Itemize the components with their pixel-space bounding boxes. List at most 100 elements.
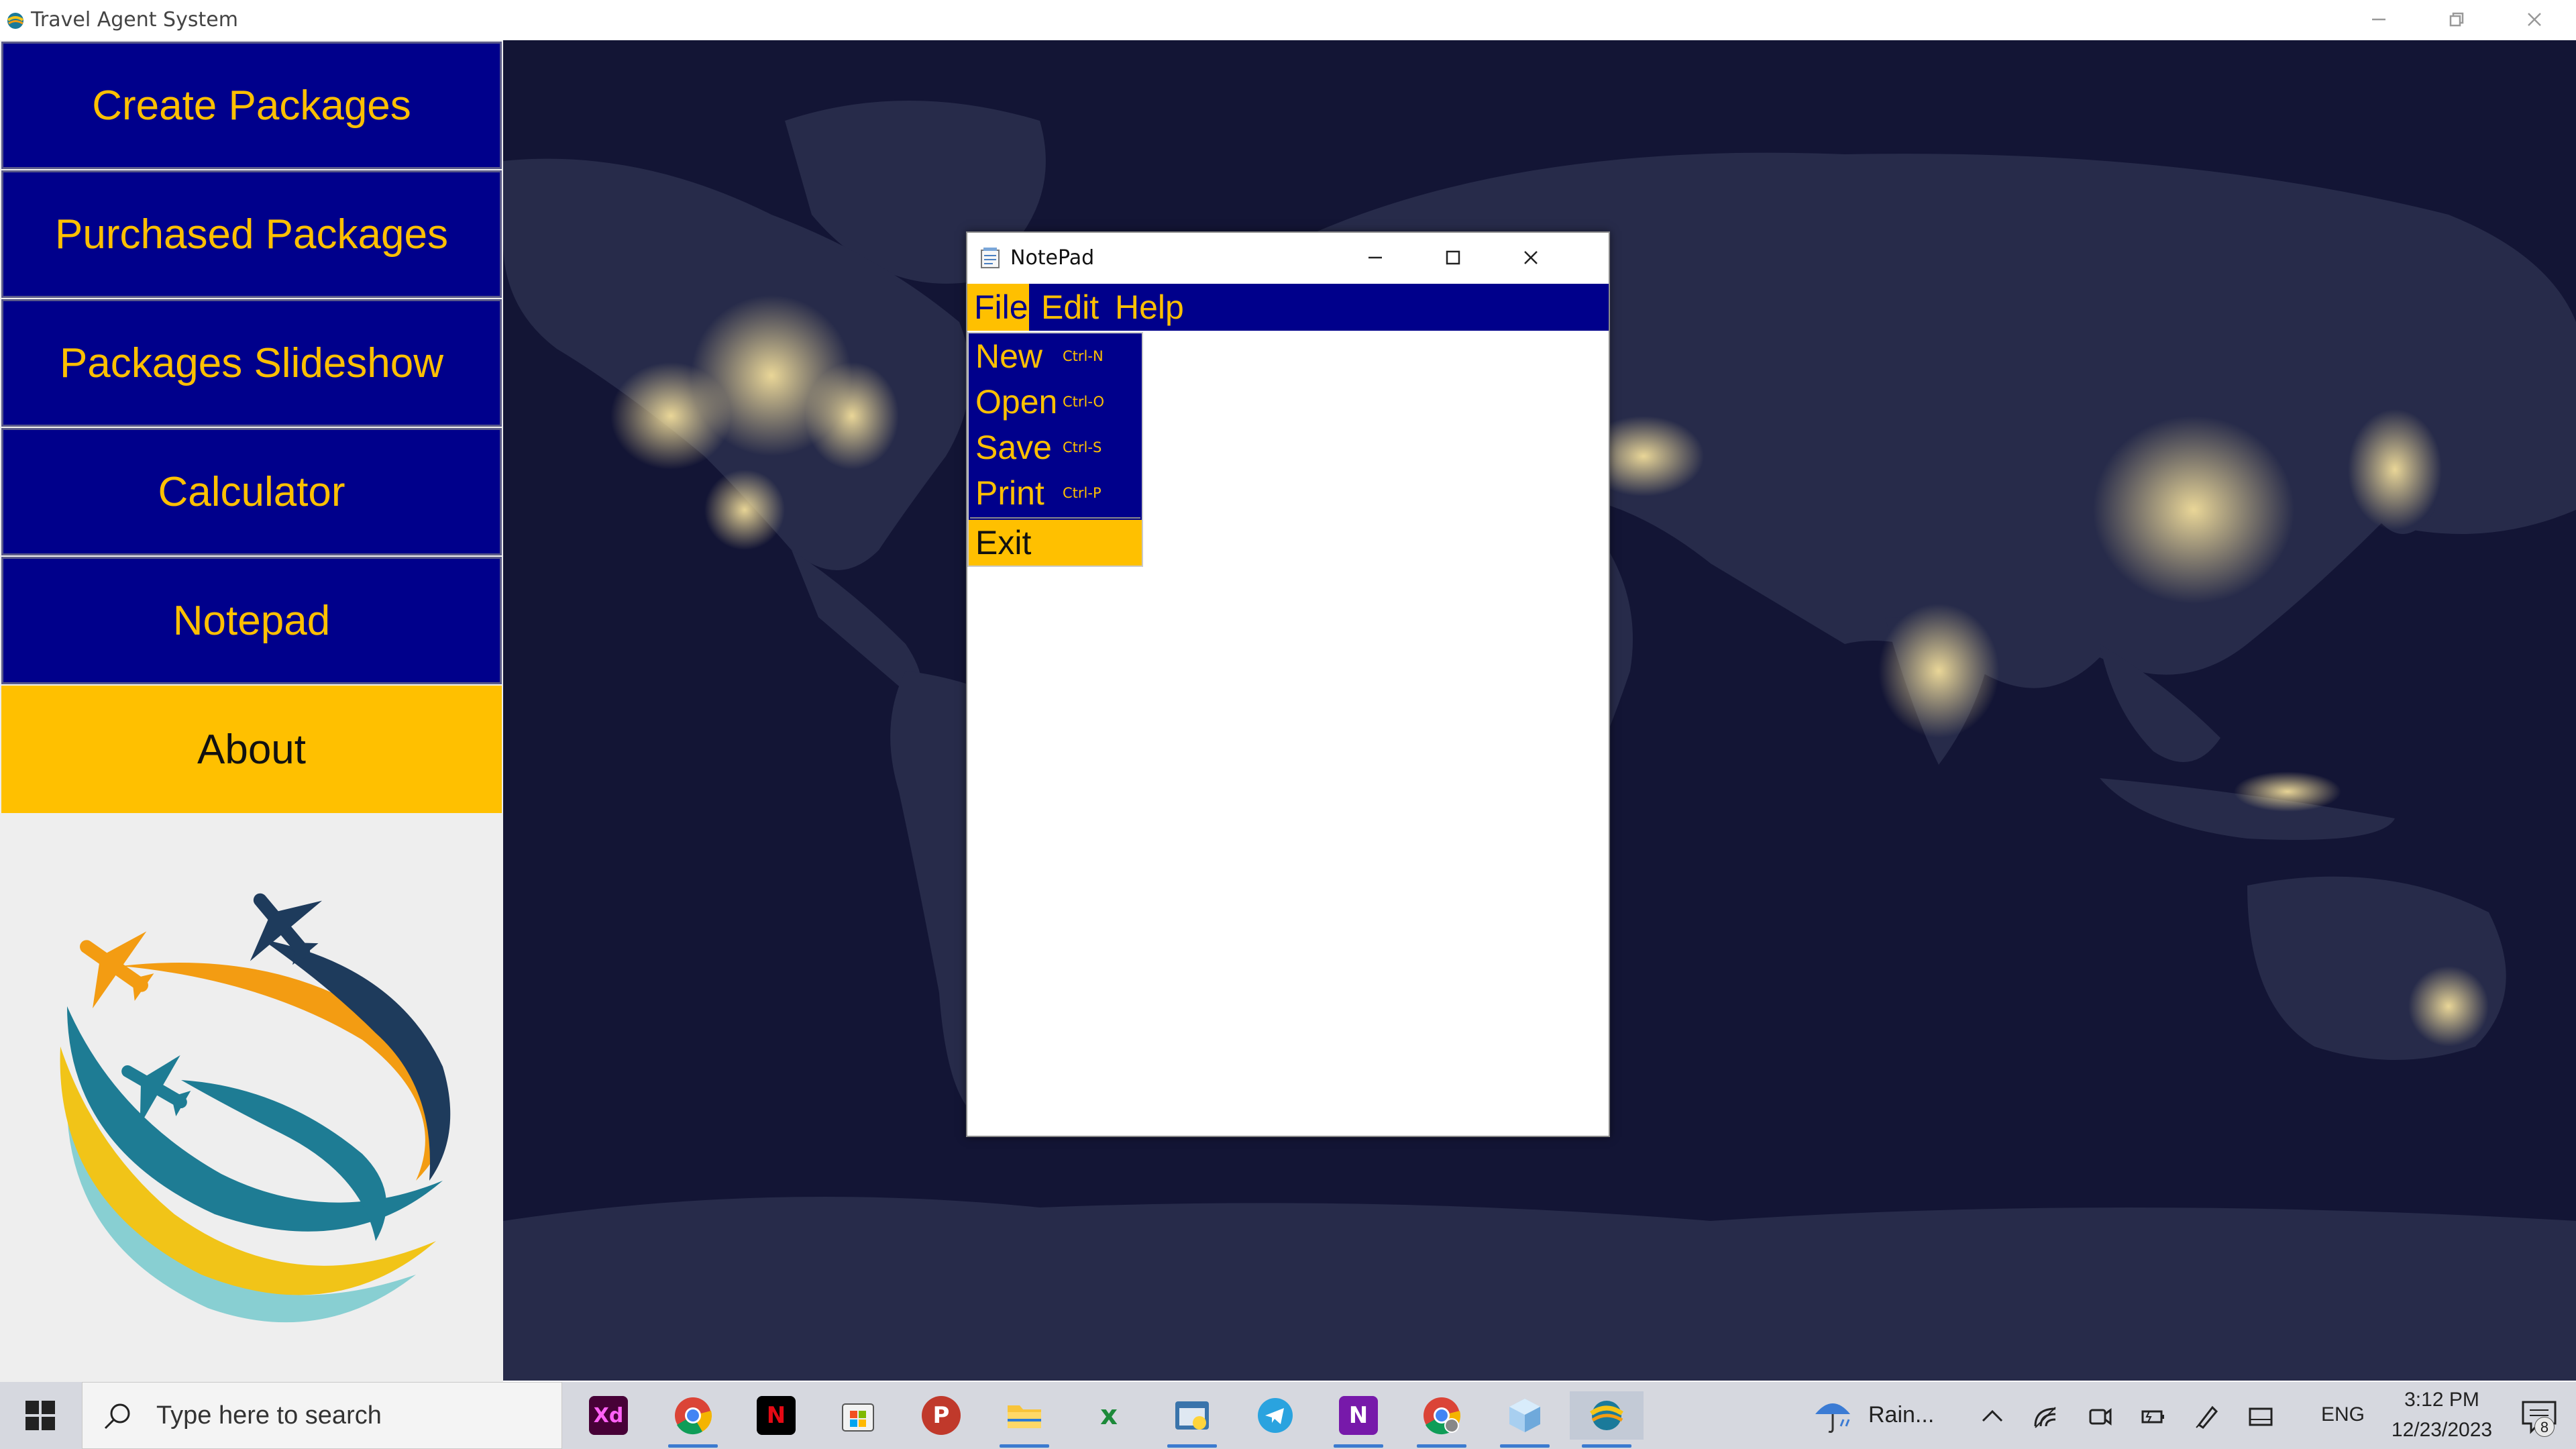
- close-icon: [2528, 13, 2541, 26]
- notification-count-badge: 8: [2534, 1417, 2555, 1437]
- menu-item-print[interactable]: Print Ctrl-P: [969, 470, 1142, 516]
- minimize-icon: [2372, 18, 2385, 21]
- minimize-icon: [1368, 256, 1382, 259]
- taskbar-app-travel-agent[interactable]: [1570, 1391, 1644, 1448]
- taskbar: Type here to search Xd N P x N Rain... E…: [0, 1382, 2576, 1449]
- telegram-icon: [1258, 1398, 1293, 1433]
- menu-label: Help: [1115, 288, 1184, 326]
- menu-file[interactable]: File: [967, 284, 1029, 331]
- sidebar-item-label: Create Packages: [92, 82, 411, 129]
- taskbar-search-box[interactable]: Type here to search: [82, 1382, 562, 1449]
- app-globe-icon: [7, 13, 24, 29]
- psiphon-icon: P: [922, 1396, 961, 1435]
- window-title: Travel Agent System: [31, 8, 238, 32]
- taskbar-app-chrome-profile[interactable]: [1405, 1391, 1479, 1448]
- sidebar-item-label: Calculator: [158, 468, 345, 515]
- sidebar-item-label: About: [197, 726, 307, 773]
- taskbar-app-chrome[interactable]: [656, 1391, 730, 1448]
- menu-item-label: Print: [975, 474, 1044, 512]
- menu-item-shortcut: Ctrl-N: [1063, 348, 1104, 364]
- cube-icon: [1509, 1399, 1540, 1432]
- weather-text[interactable]: Rain...: [1868, 1402, 1934, 1428]
- notepad-close-button[interactable]: [1492, 233, 1570, 282]
- menu-label: File: [974, 288, 1028, 326]
- menu-item-label: Save: [975, 429, 1052, 466]
- notepad-icon: [981, 248, 1000, 268]
- menu-item-new[interactable]: New Ctrl-N: [969, 333, 1142, 379]
- maximize-icon: [1446, 250, 1460, 265]
- rain-umbrella-icon[interactable]: [1811, 1397, 1854, 1434]
- menu-separator: [970, 517, 1140, 519]
- notepad-minimize-button[interactable]: [1336, 233, 1414, 282]
- sidebar-item-about[interactable]: About: [1, 686, 502, 813]
- notepad-menu-bar: File Edit Help: [967, 284, 1609, 331]
- taskbar-app-microsoft-store[interactable]: [821, 1391, 895, 1440]
- travel-agent-icon: [1590, 1401, 1623, 1430]
- menu-item-label: Exit: [975, 524, 1032, 561]
- sidebar-item-label: Notepad: [172, 597, 331, 644]
- chrome-icon: [675, 1397, 712, 1435]
- sidebar-item-create-packages[interactable]: Create Packages: [1, 42, 502, 169]
- netflix-icon: N: [757, 1396, 796, 1435]
- adobe-xd-icon: Xd: [589, 1396, 628, 1435]
- main-title-bar: Travel Agent System: [0, 0, 2576, 39]
- sidebar-item-label: Packages Slideshow: [59, 339, 444, 386]
- menu-item-shortcut: Ctrl-S: [1063, 439, 1102, 455]
- chrome-profile-icon: [1424, 1397, 1461, 1435]
- menu-item-shortcut: Ctrl-P: [1063, 485, 1102, 501]
- taskbar-app-netflix[interactable]: N: [739, 1391, 813, 1440]
- onenote-icon: N: [1339, 1396, 1378, 1435]
- pen-icon[interactable]: [2194, 1403, 2220, 1430]
- close-button[interactable]: [2496, 0, 2573, 39]
- minimize-button[interactable]: [2340, 0, 2418, 39]
- sidebar-item-notepad[interactable]: Notepad: [1, 557, 502, 684]
- sidebar-item-calculator[interactable]: Calculator: [1, 428, 502, 555]
- taskbar-app-virtual-box[interactable]: [1488, 1391, 1562, 1448]
- menu-help[interactable]: Help: [1108, 284, 1191, 331]
- notepad-title-bar[interactable]: NotePad: [967, 233, 1609, 282]
- notepad-maximize-button[interactable]: [1414, 233, 1492, 282]
- menu-item-shortcut: Ctrl-O: [1063, 394, 1105, 410]
- taskbar-app-adobe-xd[interactable]: Xd: [572, 1391, 645, 1440]
- taskbar-app-x[interactable]: x: [1072, 1391, 1146, 1440]
- clock-date[interactable]: 12/23/2023: [2381, 1419, 2502, 1442]
- travel-logo: [60, 893, 451, 1323]
- chevron-up-icon[interactable]: [1979, 1403, 2006, 1430]
- notepad-title: NotePad: [1010, 246, 1095, 270]
- search-placeholder: Type here to search: [156, 1401, 382, 1430]
- sidebar-item-packages-slideshow[interactable]: Packages Slideshow: [1, 299, 502, 427]
- battery-icon[interactable]: [2140, 1403, 2167, 1430]
- taskbar-app-file-explorer[interactable]: [987, 1391, 1061, 1448]
- menu-item-label: Open: [975, 383, 1058, 421]
- python-icon: [1175, 1401, 1209, 1430]
- menu-item-exit[interactable]: Exit: [969, 520, 1142, 566]
- language-indicator[interactable]: ENG: [2321, 1403, 2365, 1426]
- notepad-window: NotePad File Edit Help New Ctrl-N Open C…: [966, 231, 1610, 1137]
- menu-item-open[interactable]: Open Ctrl-O: [969, 379, 1142, 425]
- file-menu-dropdown: New Ctrl-N Open Ctrl-O Save Ctrl-S Print…: [967, 332, 1143, 567]
- taskbar-app-python[interactable]: [1155, 1391, 1229, 1448]
- taskbar-app-telegram[interactable]: [1238, 1391, 1312, 1440]
- system-tray: Rain... ENG 3:12 PM 12/23/2023 8: [1798, 1382, 2576, 1449]
- meet-now-icon[interactable]: [2086, 1403, 2113, 1430]
- windows-icon: [25, 1401, 55, 1430]
- sidebar-item-label: Purchased Packages: [55, 211, 448, 258]
- clock-time[interactable]: 3:12 PM: [2388, 1389, 2496, 1411]
- sidebar-item-purchased-packages[interactable]: Purchased Packages: [1, 170, 502, 298]
- close-icon: [1524, 251, 1538, 264]
- search-icon: [104, 1403, 130, 1430]
- wifi-icon[interactable]: [2033, 1403, 2059, 1430]
- x-app-icon: x: [1100, 1400, 1118, 1431]
- menu-item-save[interactable]: Save Ctrl-S: [969, 425, 1142, 470]
- store-icon: [842, 1403, 874, 1432]
- restore-icon: [2449, 12, 2464, 27]
- menu-item-label: New: [975, 337, 1043, 375]
- folder-icon: [1008, 1405, 1041, 1428]
- taskbar-app-onenote[interactable]: N: [1322, 1391, 1395, 1448]
- menu-edit[interactable]: Edit: [1034, 284, 1106, 331]
- touch-keyboard-icon[interactable]: [2247, 1403, 2274, 1430]
- taskbar-app-psiphon[interactable]: P: [904, 1391, 978, 1440]
- restore-button[interactable]: [2418, 0, 2496, 39]
- start-button[interactable]: [0, 1382, 80, 1449]
- sidebar: Create Packages Purchased Packages Packa…: [0, 40, 503, 1382]
